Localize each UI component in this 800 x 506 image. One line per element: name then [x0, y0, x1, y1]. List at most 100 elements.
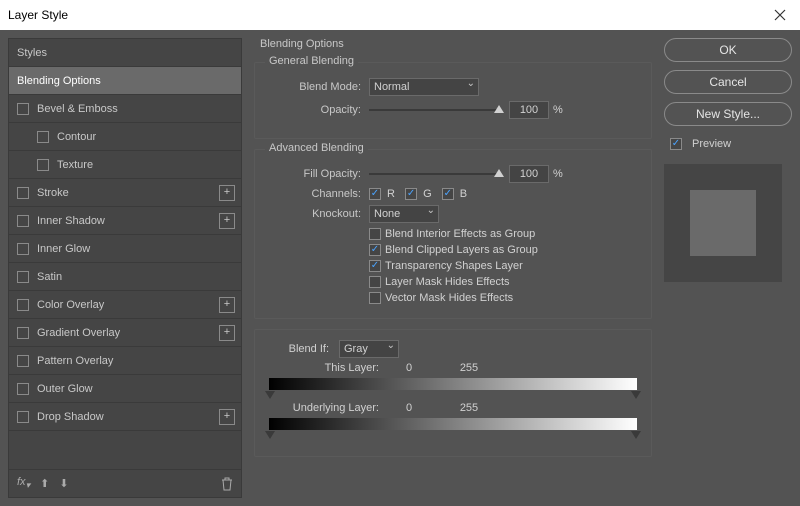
vector-mask-hides-checkbox[interactable] — [369, 292, 381, 304]
sidebar-item-styles[interactable]: Styles — [9, 39, 241, 67]
blend-if-select[interactable]: Gray — [339, 340, 399, 358]
preview-checkbox[interactable] — [670, 138, 682, 150]
sidebar-item-inner-shadow[interactable]: Inner Shadow + — [9, 207, 241, 235]
sidebar-item-label: Satin — [37, 271, 62, 283]
ok-button[interactable]: OK — [664, 38, 792, 62]
opacity-unit: % — [553, 104, 563, 116]
channel-b-checkbox[interactable] — [442, 188, 454, 200]
checkbox[interactable] — [37, 159, 49, 171]
preview-swatch — [664, 164, 782, 282]
add-icon[interactable]: + — [219, 325, 235, 341]
checkbox[interactable] — [17, 243, 29, 255]
add-icon[interactable]: + — [219, 409, 235, 425]
advanced-blending-group: Advanced Blending Fill Opacity: % Channe… — [254, 149, 652, 319]
options-panel: Blending Options General Blending Blend … — [250, 38, 656, 498]
opacity-input[interactable] — [509, 101, 549, 119]
sidebar-item-label: Outer Glow — [37, 383, 93, 395]
checkbox[interactable] — [17, 187, 29, 199]
add-icon[interactable]: + — [219, 297, 235, 313]
sidebar-item-satin[interactable]: Satin — [9, 263, 241, 291]
checkbox[interactable] — [17, 327, 29, 339]
sidebar-item-label: Gradient Overlay — [37, 327, 120, 339]
down-arrow-icon[interactable]: ⬇ — [59, 477, 68, 490]
fill-opacity-input[interactable] — [509, 165, 549, 183]
sidebar-item-blending-options[interactable]: Blending Options — [9, 67, 241, 95]
fill-opacity-label: Fill Opacity: — [269, 168, 361, 180]
this-layer-gradient[interactable] — [269, 378, 637, 390]
cancel-button[interactable]: Cancel — [664, 70, 792, 94]
checkbox[interactable] — [17, 355, 29, 367]
new-style-button[interactable]: New Style... — [664, 102, 792, 126]
channel-r-checkbox[interactable] — [369, 188, 381, 200]
underlying-hi: 255 — [439, 402, 499, 414]
underlying-lo: 0 — [389, 402, 429, 414]
sidebar-item-label: Color Overlay — [37, 299, 104, 311]
sidebar-item-label: Styles — [17, 47, 47, 59]
channel-b-label: B — [460, 188, 467, 200]
sidebar-item-label: Contour — [57, 131, 96, 143]
checkbox[interactable] — [17, 383, 29, 395]
blend-clipped-checkbox[interactable] — [369, 244, 381, 256]
fx-icon[interactable]: fx▾ — [17, 476, 30, 491]
add-icon[interactable]: + — [219, 185, 235, 201]
option-label: Transparency Shapes Layer — [385, 260, 523, 272]
sidebar-item-inner-glow[interactable]: Inner Glow — [9, 235, 241, 263]
opacity-label: Opacity: — [269, 104, 361, 116]
channel-r-label: R — [387, 188, 395, 200]
sidebar-item-gradient-overlay[interactable]: Gradient Overlay + — [9, 319, 241, 347]
close-button[interactable] — [768, 3, 792, 27]
channels-label: Channels: — [269, 188, 361, 200]
sidebar-footer: fx▾ ⬆ ⬇ — [9, 469, 241, 497]
option-label: Blend Interior Effects as Group — [385, 228, 535, 240]
checkbox[interactable] — [17, 411, 29, 423]
sidebar-item-color-overlay[interactable]: Color Overlay + — [9, 291, 241, 319]
sidebar-item-bevel[interactable]: Bevel & Emboss — [9, 95, 241, 123]
fill-unit: % — [553, 168, 563, 180]
sidebar-item-contour[interactable]: Contour — [9, 123, 241, 151]
advanced-options-list: Blend Interior Effects as Group Blend Cl… — [369, 228, 637, 304]
sidebar-item-label: Inner Glow — [37, 243, 90, 255]
panel-title: Blending Options — [260, 38, 652, 50]
sidebar-list: Styles Blending Options Bevel & Emboss C… — [9, 39, 241, 469]
trash-icon[interactable] — [221, 477, 233, 491]
sidebar-item-outer-glow[interactable]: Outer Glow — [9, 375, 241, 403]
up-arrow-icon[interactable]: ⬆ — [40, 477, 49, 490]
add-icon[interactable]: + — [219, 213, 235, 229]
blend-mode-label: Blend Mode: — [269, 81, 361, 93]
blend-interior-checkbox[interactable] — [369, 228, 381, 240]
channel-g-label: G — [423, 188, 432, 200]
checkbox[interactable] — [17, 215, 29, 227]
checkbox[interactable] — [37, 131, 49, 143]
fill-opacity-slider[interactable] — [369, 173, 499, 175]
underlying-layer-gradient[interactable] — [269, 418, 637, 430]
sidebar-item-pattern-overlay[interactable]: Pattern Overlay — [9, 347, 241, 375]
sidebar-item-texture[interactable]: Texture — [9, 151, 241, 179]
sidebar-item-label: Texture — [57, 159, 93, 171]
checkbox[interactable] — [17, 299, 29, 311]
group-title: Advanced Blending — [265, 142, 368, 154]
blend-mode-select[interactable]: Normal — [369, 78, 479, 96]
blend-if-group: Blend If: Gray This Layer: 0 255 Underly… — [254, 329, 652, 457]
opacity-slider[interactable] — [369, 109, 499, 111]
checkbox[interactable] — [17, 271, 29, 283]
checkbox[interactable] — [17, 103, 29, 115]
option-label: Vector Mask Hides Effects — [385, 292, 513, 304]
knockout-select[interactable]: None — [369, 205, 439, 223]
sidebar-item-label: Inner Shadow — [37, 215, 105, 227]
knockout-label: Knockout: — [269, 208, 361, 220]
channel-g-checkbox[interactable] — [405, 188, 417, 200]
preview-inner — [690, 190, 756, 256]
option-label: Blend Clipped Layers as Group — [385, 244, 538, 256]
this-layer-hi: 255 — [439, 362, 499, 374]
this-layer-lo: 0 — [389, 362, 429, 374]
sidebar-item-label: Stroke — [37, 187, 69, 199]
sidebar-item-drop-shadow[interactable]: Drop Shadow+ — [9, 403, 241, 431]
underlying-layer-label: Underlying Layer: — [269, 402, 379, 414]
group-title: General Blending — [265, 55, 358, 67]
layer-mask-hides-checkbox[interactable] — [369, 276, 381, 288]
titlebar: Layer Style — [0, 0, 800, 30]
sidebar-item-label: Bevel & Emboss — [37, 103, 118, 115]
transparency-shapes-checkbox[interactable] — [369, 260, 381, 272]
action-panel: OK Cancel New Style... Preview — [664, 38, 792, 498]
sidebar-item-stroke[interactable]: Stroke + — [9, 179, 241, 207]
